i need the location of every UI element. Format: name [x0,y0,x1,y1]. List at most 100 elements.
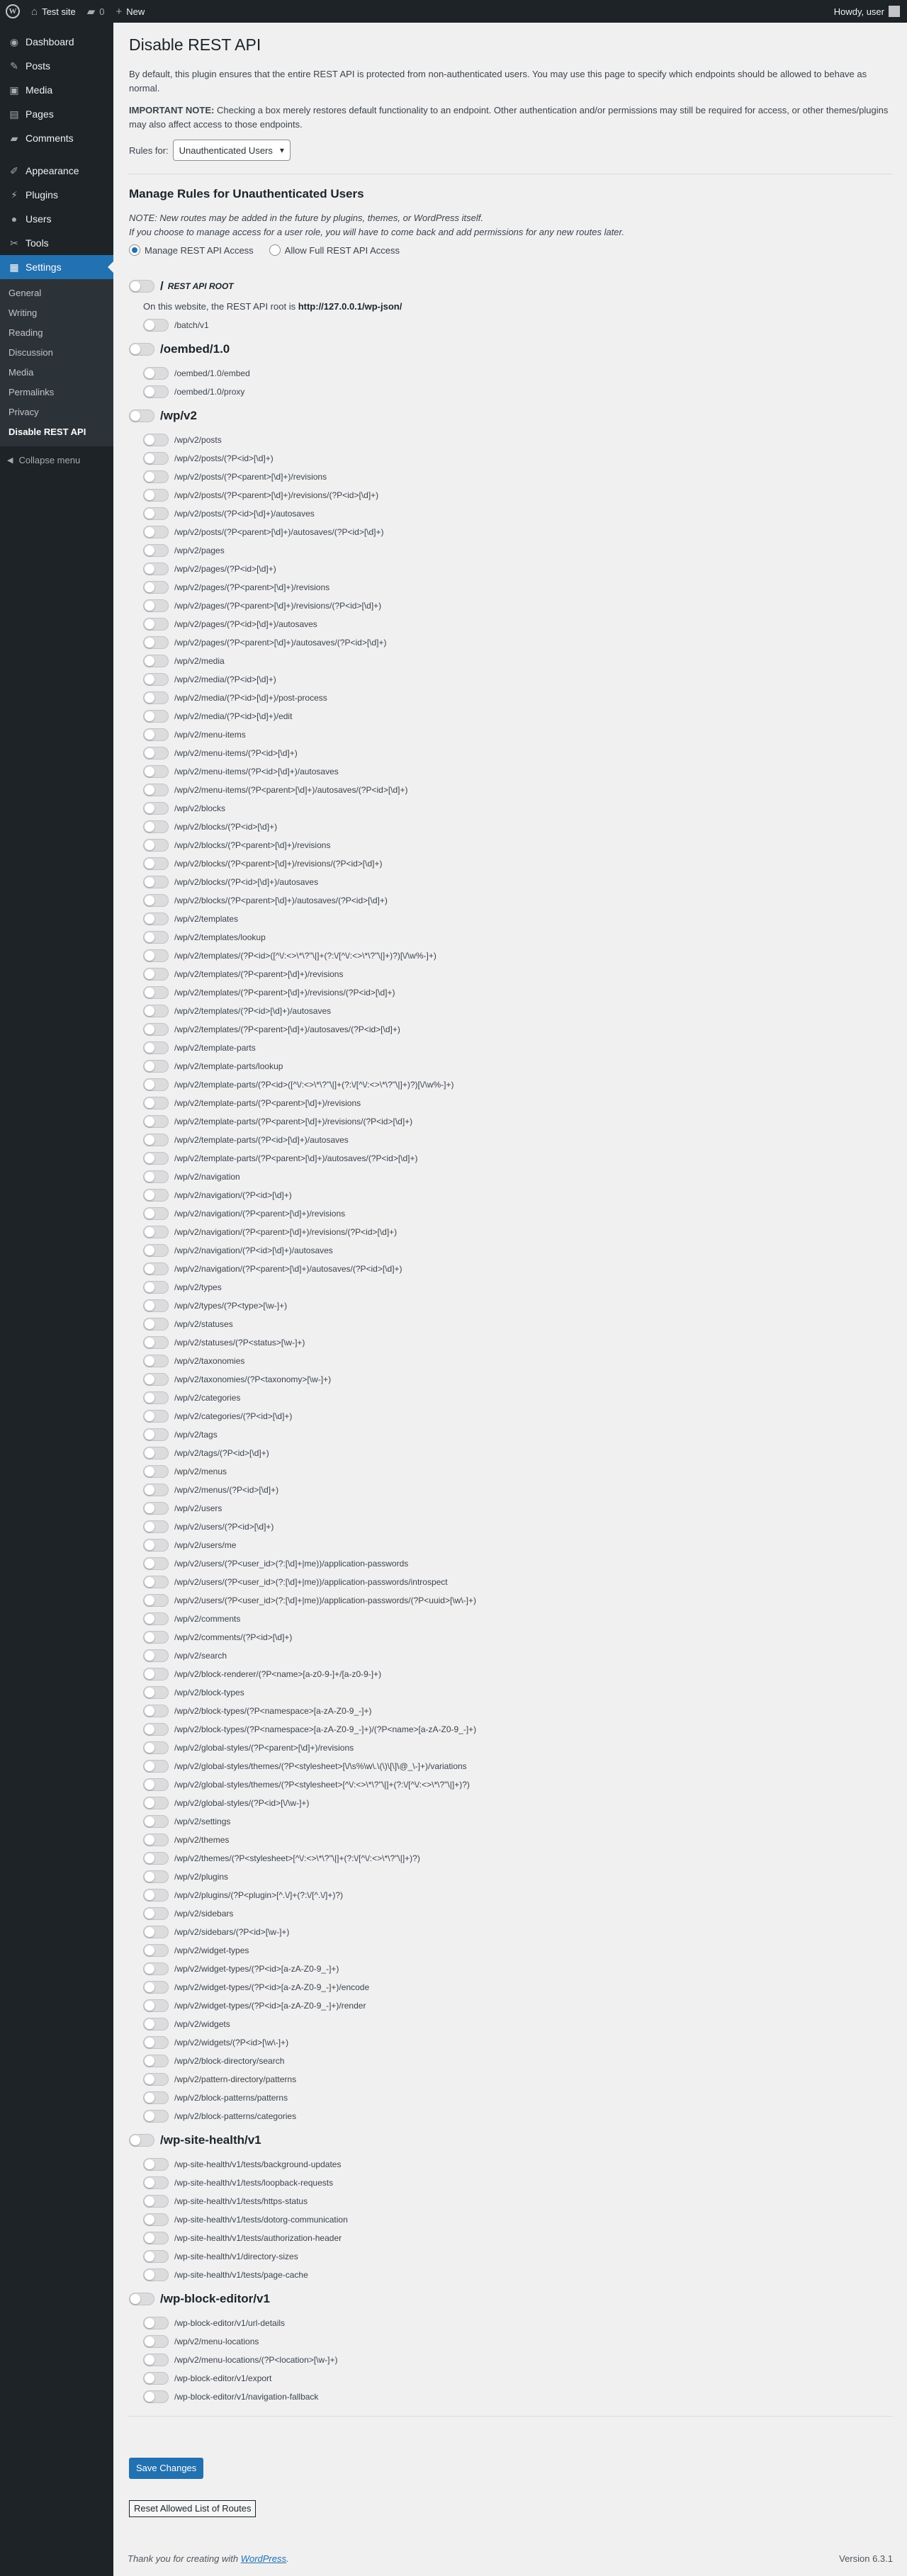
toggle-switch[interactable] [143,1576,169,1588]
submenu-item[interactable]: Media [0,363,113,383]
toggle-switch[interactable] [143,2176,169,2189]
toggle-switch[interactable] [143,1262,169,1275]
toggle-switch[interactable] [129,2134,154,2147]
toggle-switch[interactable] [143,385,169,398]
toggle-switch[interactable] [143,1097,169,1109]
toggle-switch[interactable] [143,1281,169,1294]
toggle-switch[interactable] [143,2158,169,2171]
site-name-link[interactable]: ⌂ Test site [26,0,81,23]
toggle-switch[interactable] [143,1668,169,1680]
toggle-switch[interactable] [143,1705,169,1717]
toggle-switch[interactable] [143,1999,169,2012]
reset-routes-button[interactable]: Reset Allowed List of Routes [129,2500,257,2517]
submenu-item[interactable]: Reading [0,323,113,343]
toggle-switch[interactable] [143,2250,169,2263]
toggle-switch[interactable] [143,1447,169,1459]
toggle-switch[interactable] [143,1226,169,1238]
toggle-switch[interactable] [143,2317,169,2329]
sidebar-item-users[interactable]: ● Users [0,207,113,231]
toggle-switch[interactable] [143,1557,169,1570]
toggle-switch[interactable] [129,343,154,356]
toggle-switch[interactable] [143,802,169,815]
toggle-switch[interactable] [143,2213,169,2226]
toggle-switch[interactable] [143,2354,169,2366]
toggle-switch[interactable] [143,599,169,612]
toggle-switch[interactable] [143,1484,169,1496]
toggle-switch[interactable] [143,986,169,999]
toggle-switch[interactable] [143,1336,169,1349]
toggle-switch[interactable] [143,1391,169,1404]
sidebar-item-appearance[interactable]: ✐ Appearance [0,159,113,183]
toggle-switch[interactable] [143,1907,169,1920]
toggle-switch[interactable] [143,1428,169,1441]
toggle-switch[interactable] [129,409,154,422]
radio-allow-full-access[interactable]: Allow Full REST API Access [269,244,400,256]
account-menu[interactable]: Howdy, user [828,0,907,23]
toggle-switch[interactable] [143,1299,169,1312]
wordpress-link[interactable]: WordPress [241,2553,286,2564]
sidebar-item-tools[interactable]: ✂ Tools [0,231,113,255]
toggle-switch[interactable] [143,655,169,667]
toggle-switch[interactable] [143,710,169,723]
toggle-switch[interactable] [143,1134,169,1146]
toggle-switch[interactable] [143,968,169,981]
toggle-switch[interactable] [143,2036,169,2049]
toggle-switch[interactable] [143,544,169,557]
radio-manage-access[interactable]: Manage REST API Access [129,244,254,256]
toggle-switch[interactable] [143,1189,169,1202]
toggle-switch[interactable] [143,691,169,704]
toggle-switch[interactable] [143,2390,169,2403]
toggle-switch[interactable] [143,367,169,380]
toggle-switch[interactable] [143,1539,169,1552]
toggle-switch[interactable] [143,581,169,594]
toggle-switch[interactable] [143,2195,169,2208]
toggle-switch[interactable] [143,563,169,575]
toggle-switch[interactable] [143,1005,169,1017]
toggle-switch[interactable] [143,1962,169,1975]
toggle-switch[interactable] [143,1760,169,1773]
toggle-switch[interactable] [143,618,169,631]
submenu-item[interactable]: General [0,283,113,303]
toggle-switch[interactable] [143,1520,169,1533]
comments-link[interactable]: ▰ 0 [81,0,111,23]
toggle-switch[interactable] [143,2110,169,2123]
toggle-switch[interactable] [143,1723,169,1736]
toggle-switch[interactable] [143,434,169,446]
toggle-switch[interactable] [143,1355,169,1367]
toggle-switch[interactable] [143,1170,169,1183]
toggle-switch[interactable] [143,1244,169,1257]
wordpress-logo-button[interactable]: W [0,0,26,23]
toggle-switch[interactable] [143,2269,169,2281]
toggle-switch[interactable] [143,728,169,741]
toggle-switch[interactable] [143,1207,169,1220]
sidebar-item-posts[interactable]: ✎ Posts [0,54,113,78]
sidebar-item-plugins[interactable]: ⚡ Plugins [0,183,113,207]
toggle-switch[interactable] [143,1115,169,1128]
toggle-switch[interactable] [143,1889,169,1902]
toggle-switch[interactable] [143,1594,169,1607]
submenu-item[interactable]: Discussion [0,343,113,363]
toggle-switch[interactable] [143,1612,169,1625]
toggle-switch[interactable] [143,1465,169,1478]
toggle-switch[interactable] [143,1318,169,1331]
toggle-switch[interactable] [143,765,169,778]
toggle-switch[interactable] [143,931,169,944]
toggle-switch[interactable] [143,1041,169,1054]
toggle-switch[interactable] [143,2091,169,2104]
toggle-switch[interactable] [143,1502,169,1515]
toggle-switch[interactable] [143,1060,169,1073]
toggle-switch[interactable] [143,526,169,538]
toggle-switch[interactable] [143,1834,169,1846]
submenu-item[interactable]: Disable REST API [0,422,113,442]
toggle-switch[interactable] [143,470,169,483]
toggle-switch[interactable] [143,2372,169,2385]
submenu-item[interactable]: Privacy [0,402,113,422]
toggle-switch[interactable] [143,2055,169,2067]
toggle-switch[interactable] [143,857,169,870]
submenu-item[interactable]: Writing [0,303,113,323]
toggle-switch[interactable] [129,280,154,293]
sidebar-item-settings[interactable]: ▦ Settings [0,255,113,279]
toggle-switch[interactable] [143,1410,169,1423]
collapse-menu-button[interactable]: ◀ Collapse menu [0,448,113,472]
sidebar-item-media[interactable]: ▣ Media [0,78,113,102]
